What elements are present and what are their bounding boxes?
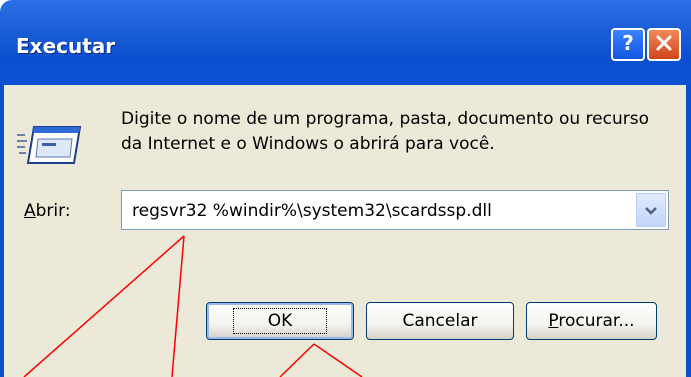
run-dialog: Executar ? Digite o nome de um programa,…: [0, 0, 691, 377]
title-bar[interactable]: Executar ?: [0, 0, 691, 85]
svg-text:?: ?: [622, 32, 634, 54]
cancel-button-label: Cancelar: [402, 311, 478, 331]
help-button[interactable]: ?: [611, 28, 645, 61]
browse-button[interactable]: Procurar...: [526, 302, 657, 340]
close-button[interactable]: [647, 28, 681, 61]
browse-accelerator: P: [548, 311, 559, 331]
window-border-left: [0, 85, 4, 377]
command-input[interactable]: regsvr32 %windir%\system32\scardssp.dll: [132, 201, 492, 221]
help-icon: ?: [619, 31, 637, 58]
window-title: Executar: [16, 34, 116, 58]
combobox-dropdown-button[interactable]: [636, 193, 666, 227]
run-program-icon: [16, 125, 86, 165]
dialog-description: Digite o nome de um programa, pasta, doc…: [121, 109, 649, 154]
browse-button-label: Procurar...: [548, 311, 634, 331]
cancel-button[interactable]: Cancelar: [366, 302, 514, 340]
window-border-right: [686, 85, 691, 377]
open-label-text: brir:: [35, 201, 71, 221]
open-label-accelerator: A: [24, 201, 36, 221]
ok-button[interactable]: OK: [206, 302, 354, 340]
browse-label-rest: rocurar...: [558, 311, 635, 331]
command-combobox[interactable]: regsvr32 %windir%\system32\scardssp.dll: [121, 190, 669, 230]
open-label: Abrir:: [24, 201, 71, 221]
close-icon: [655, 34, 673, 56]
chevron-down-icon: [644, 201, 658, 220]
ok-button-label: OK: [232, 308, 328, 334]
